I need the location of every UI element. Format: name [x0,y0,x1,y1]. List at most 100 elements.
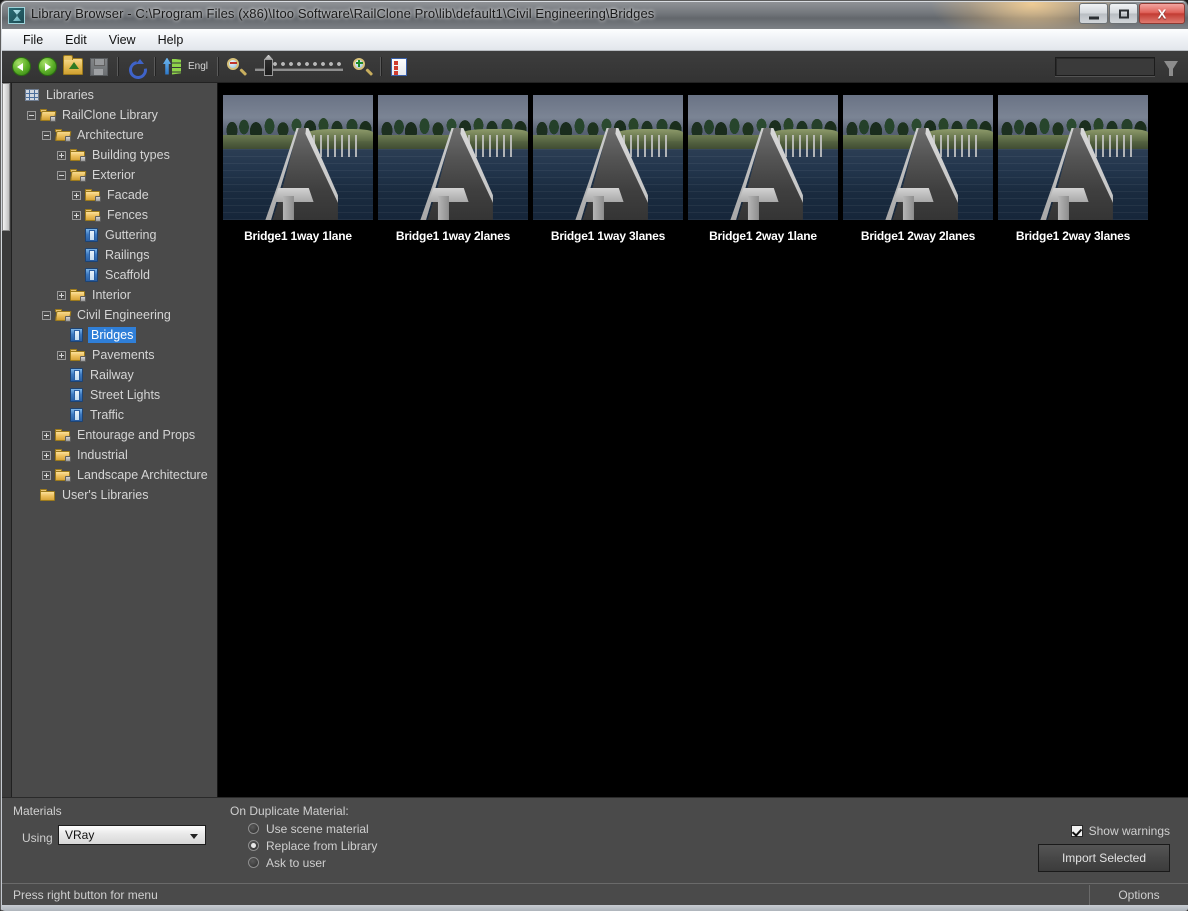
title-bar[interactable]: Library Browser - C:\Program Files (x86)… [2,2,1188,29]
status-bar: Press right button for menu Options [2,883,1188,905]
tree-expander-none [57,371,66,380]
expand-plus-icon[interactable] [57,150,66,160]
thumbnail-image[interactable] [998,95,1148,220]
menu-item-help[interactable]: Help [147,31,195,49]
radio-button[interactable] [248,840,259,851]
collapse-minus-icon[interactable] [27,110,36,120]
show-warnings-row[interactable]: Show warnings [1070,824,1170,838]
close-button[interactable]: X [1139,3,1185,24]
save-button[interactable] [87,55,111,79]
radio-option[interactable]: Replace from Library [248,837,377,854]
tree-item-exterior[interactable]: Exterior [12,165,218,185]
slider-thumb[interactable] [264,58,274,76]
bridge-deck [573,128,648,220]
thumbnail-item[interactable]: Bridge1 2way 3lanes [998,95,1148,243]
tree-item-street-lights[interactable]: Street Lights [12,385,218,405]
document-page [70,388,83,402]
expand-plus-icon[interactable] [57,350,66,360]
folder-body [40,491,55,501]
bridge-pier [903,196,915,220]
import-selected-button[interactable]: Import Selected [1038,844,1170,872]
radio-button[interactable] [248,823,259,834]
checklist-button[interactable] [387,55,411,79]
tree-item-traffic[interactable]: Traffic [12,405,218,425]
handle-shape [239,67,248,76]
tree-item-libraries[interactable]: Libraries [12,85,218,105]
bridge-deck [263,128,338,220]
tree-item-building-types[interactable]: Building types [12,145,218,165]
radio-option[interactable]: Ask to user [248,854,377,871]
expand-plus-icon[interactable] [42,430,51,440]
tree-item-guttering[interactable]: Guttering [12,225,218,245]
thumbnail-grid: Bridge1 1way 1lane Bridge1 1way 2lanes Bri… [218,83,1188,243]
tree-item-user-s-libraries[interactable]: User's Libraries [12,485,218,505]
expand-plus-icon[interactable] [42,450,51,460]
language-label[interactable]: Engl [188,61,208,72]
tree-item-civil-engineering[interactable]: Civil Engineering [12,305,218,325]
thumbnail-item[interactable]: Bridge1 1way 1lane [223,95,373,243]
collapse-minus-icon[interactable] [57,170,66,180]
zoom-in-button[interactable] [350,55,374,79]
up-arrow-shape [163,57,171,75]
funnel-icon[interactable] [1164,61,1178,76]
lock-badge-icon [80,156,86,162]
duplicate-material-radio-group: Use scene material Replace from Library As… [248,820,377,871]
radio-option[interactable]: Use scene material [248,820,377,837]
sidebar-vertical-scrollbar[interactable] [2,83,12,881]
tree-item-facade[interactable]: Facade [12,185,218,205]
menu-item-edit[interactable]: Edit [54,31,98,49]
expand-plus-icon[interactable] [42,470,51,480]
magnifier-minus-icon [227,57,248,76]
thumbnail-item[interactable]: Bridge1 1way 2lanes [378,95,528,243]
tree-item-railway[interactable]: Railway [12,365,218,385]
material-renderer-select[interactable]: VRay [58,825,206,845]
thumbnail-item[interactable]: Bridge1 2way 1lane [688,95,838,243]
zoom-out-button[interactable] [224,55,248,79]
lock-badge-icon [65,456,71,462]
tree-item-pavements[interactable]: Pavements [12,345,218,365]
search-input[interactable] [1055,57,1155,76]
thumbnail-image[interactable] [223,95,373,220]
collapse-minus-icon[interactable] [42,130,51,140]
tree-item-industrial[interactable]: Industrial [12,445,218,465]
expand-plus-icon[interactable] [72,190,81,200]
tree-item-scaffold[interactable]: Scaffold [12,265,218,285]
expand-plus-icon[interactable] [72,210,81,220]
tree-item-landscape-architecture[interactable]: Landscape Architecture [12,465,218,485]
thumbnail-image[interactable] [688,95,838,220]
show-warnings-checkbox[interactable] [1070,825,1083,837]
update-library-button[interactable] [161,55,185,79]
using-label: Using [22,831,53,845]
thumbnail-image[interactable] [843,95,993,220]
bridge-pier [1058,196,1070,220]
chevron-down-icon [190,834,198,839]
options-button[interactable]: Options [1090,888,1188,902]
back-button[interactable] [9,55,33,79]
tree-item-architecture[interactable]: Architecture [12,125,218,145]
forward-button[interactable] [35,55,59,79]
tree-item-bridges[interactable]: Bridges [12,325,218,345]
menu-item-view[interactable]: View [98,31,147,49]
thumbnail-item[interactable]: Bridge1 1way 3lanes [533,95,683,243]
lock-badge-icon [80,356,86,362]
radio-button[interactable] [248,857,259,868]
tree-item-railings[interactable]: Railings [12,245,218,265]
sidebar-vertical-thumb[interactable] [2,83,10,231]
collapse-minus-icon[interactable] [42,310,51,320]
maximize-button[interactable] [1109,3,1138,24]
lock-badge-icon [80,176,86,182]
menu-item-file[interactable]: File [12,31,54,49]
tree-item-interior[interactable]: Interior [12,285,218,305]
tree-item-railclone-library[interactable]: RailClone Library [12,105,218,125]
tree-item-fences[interactable]: Fences [12,205,218,225]
tree-item-label: RailClone Library [62,108,158,122]
refresh-button[interactable] [124,55,148,79]
zoom-slider[interactable] [255,57,344,77]
thumbnail-image[interactable] [533,95,683,220]
open-folder-button[interactable] [61,55,85,79]
thumbnail-item[interactable]: Bridge1 2way 2lanes [843,95,993,243]
expand-plus-icon[interactable] [57,290,66,300]
minimize-button[interactable] [1079,3,1108,24]
tree-item-entourage-and-props[interactable]: Entourage and Props [12,425,218,445]
thumbnail-image[interactable] [378,95,528,220]
